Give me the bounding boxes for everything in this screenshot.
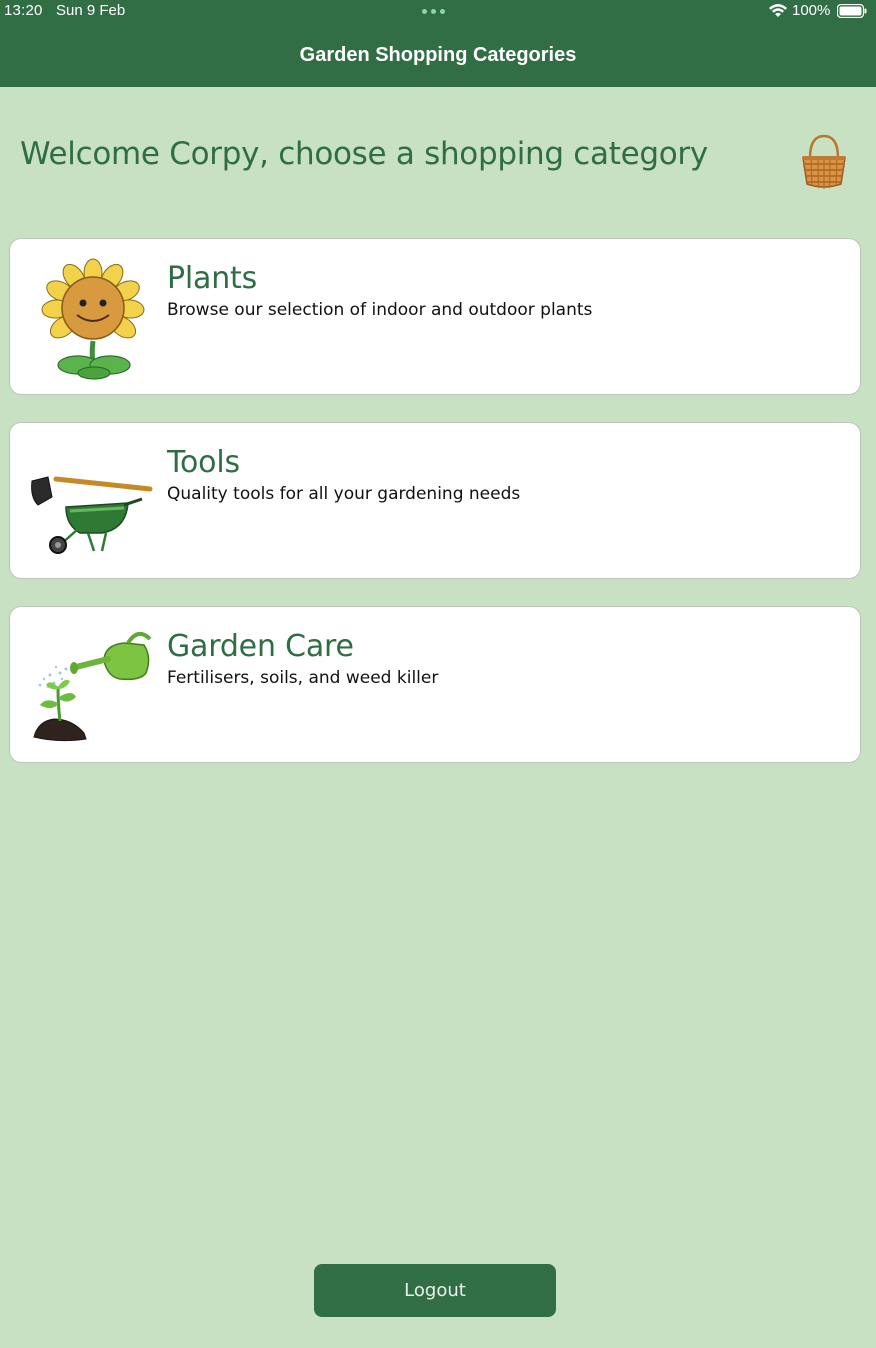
watering-can-icon bbox=[33, 631, 152, 742]
category-card-plants[interactable]: Plants Browse our selection of indoor an… bbox=[9, 238, 861, 395]
basket-icon[interactable] bbox=[798, 132, 850, 192]
category-description: Quality tools for all your gardening nee… bbox=[167, 484, 521, 504]
page-title: Garden Shopping Categories bbox=[299, 44, 577, 66]
welcome-message: Welcome Corpy, choose a shopping categor… bbox=[20, 136, 708, 172]
multitasking-dots-icon[interactable] bbox=[422, 9, 445, 14]
category-description: Browse our selection of indoor and outdo… bbox=[167, 300, 593, 320]
category-card-tools[interactable]: Tools Quality tools for all your gardeni… bbox=[9, 422, 861, 579]
category-title: Tools bbox=[167, 445, 240, 480]
category-title: Plants bbox=[167, 261, 258, 296]
status-date: Sun 9 Feb bbox=[56, 2, 126, 19]
wheelbarrow-hoe-icon bbox=[31, 476, 153, 554]
top-bar: 13:20 Sun 9 Feb 100% Garden Shopping Cat… bbox=[0, 0, 876, 87]
category-description: Fertilisers, soils, and weed killer bbox=[167, 668, 439, 688]
status-time: 13:20 bbox=[4, 2, 43, 19]
category-title: Garden Care bbox=[167, 629, 354, 664]
battery-icon bbox=[837, 4, 867, 18]
sunflower-icon bbox=[41, 258, 145, 380]
wifi-icon bbox=[769, 4, 787, 17]
category-card-garden-care[interactable]: Garden Care Fertilisers, soils, and weed… bbox=[9, 606, 861, 763]
logout-button[interactable]: Logout bbox=[314, 1264, 556, 1317]
battery-percentage: 100% bbox=[792, 2, 831, 19]
